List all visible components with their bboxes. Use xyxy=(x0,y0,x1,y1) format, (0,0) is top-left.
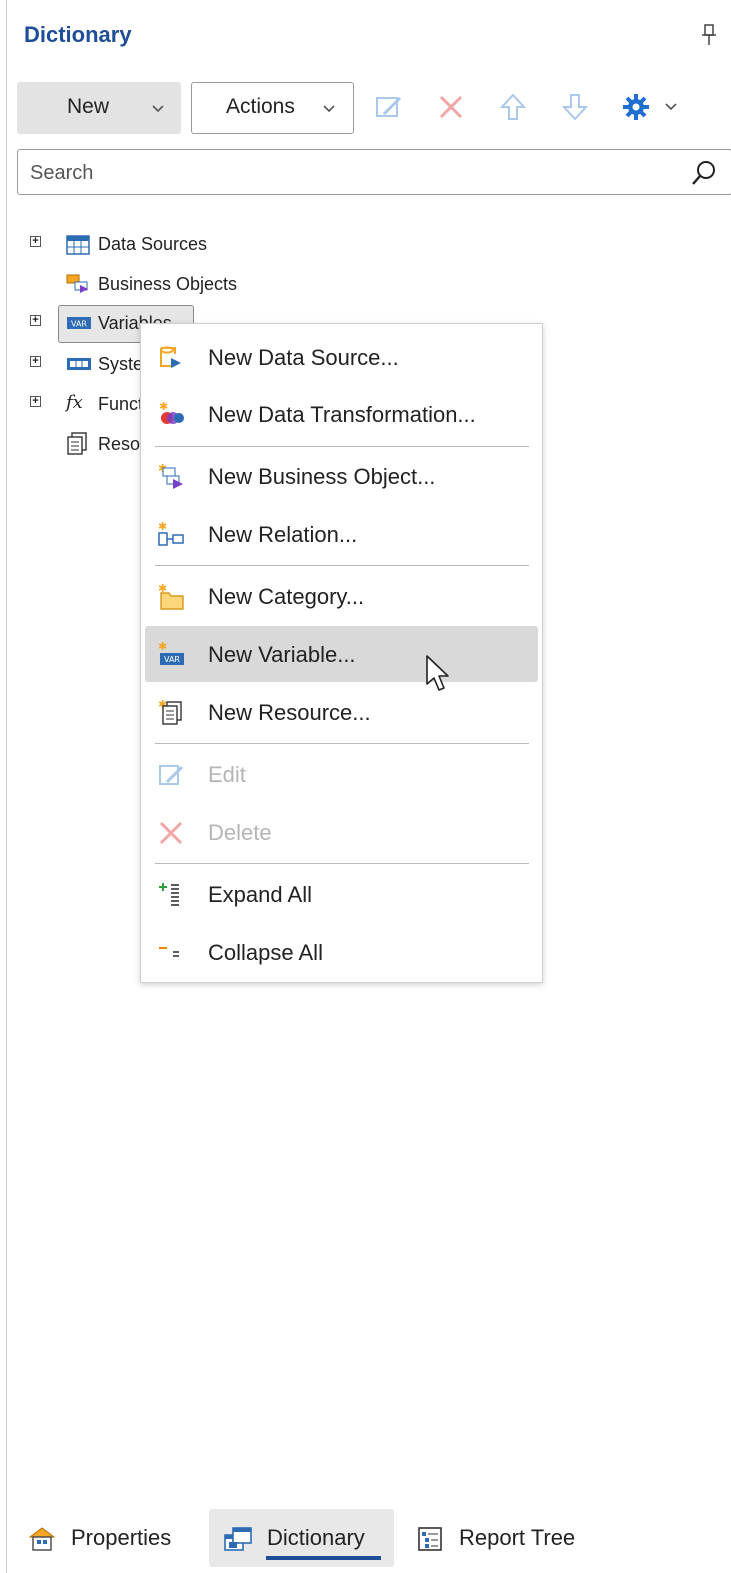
tree-item-resources[interactable]: Resources xyxy=(30,432,140,460)
report-tree-icon xyxy=(416,1525,444,1553)
svg-text:✱: ✱ xyxy=(158,641,167,653)
menu-item-new-category[interactable]: ✱ New Category... xyxy=(145,568,538,624)
tree-item-data-sources[interactable]: + Data Sources xyxy=(30,232,290,260)
menu-item-new-relation[interactable]: ✱ New Relation... xyxy=(145,506,538,562)
edit-icon xyxy=(157,761,185,789)
mouse-cursor-icon xyxy=(425,654,451,699)
new-button[interactable]: New xyxy=(17,82,181,134)
menu-item-new-variable[interactable]: ✱ VAR New Variable... xyxy=(145,626,538,682)
edit-icon[interactable] xyxy=(374,92,404,122)
move-up-icon[interactable] xyxy=(498,92,528,122)
menu-item-label: New Data Source... xyxy=(208,345,399,370)
new-relation-icon: ✱ xyxy=(157,520,185,549)
new-data-source-icon xyxy=(157,344,185,372)
chevron-down-icon xyxy=(322,94,336,127)
menu-item-label: New Variable... xyxy=(208,642,356,667)
menu-separator xyxy=(155,863,529,864)
new-data-transformation-icon: ✱ xyxy=(157,400,185,429)
new-variable-icon: ✱ VAR xyxy=(157,640,185,669)
tree-item-label: Resources xyxy=(98,434,140,454)
tab-dictionary[interactable]: Dictionary xyxy=(209,1509,394,1567)
tree-item-label: Functions xyxy=(98,394,140,414)
dictionary-icon xyxy=(223,1525,252,1553)
tab-label: Properties xyxy=(71,1525,172,1550)
collapse-all-icon xyxy=(157,939,185,967)
expand-icon[interactable]: + xyxy=(30,396,41,407)
properties-icon xyxy=(28,1525,56,1553)
tree-item-label: Business Objects xyxy=(98,274,238,294)
menu-item-label: New Resource... xyxy=(208,700,371,725)
system-variables-icon xyxy=(66,355,91,377)
menu-item-expand-all[interactable]: Expand All xyxy=(145,866,538,922)
menu-item-label: Expand All xyxy=(208,882,312,907)
menu-item-label: New Category... xyxy=(208,584,365,609)
new-business-object-icon: ✱ xyxy=(157,462,185,491)
menu-item-label: New Relation... xyxy=(208,522,358,547)
delete-icon xyxy=(157,819,185,847)
active-tab-underline xyxy=(266,1556,381,1560)
actions-button-label: Actions xyxy=(226,95,295,118)
menu-item-new-data-source[interactable]: New Data Source... xyxy=(145,329,538,385)
variables-icon: VAR xyxy=(66,314,91,336)
tab-report-tree[interactable]: Report Tree xyxy=(408,1509,608,1567)
tab-label: Dictionary xyxy=(267,1525,365,1550)
new-category-icon: ✱ xyxy=(157,582,185,611)
menu-separator xyxy=(155,446,529,447)
panel-left-border xyxy=(6,0,7,1573)
delete-icon[interactable] xyxy=(436,92,466,122)
menu-item-edit: Edit xyxy=(145,746,538,802)
menu-separator xyxy=(155,565,529,566)
expand-icon[interactable]: + xyxy=(30,315,41,326)
svg-text:✱: ✱ xyxy=(159,401,168,413)
menu-item-new-business-object[interactable]: ✱ New Business Object... xyxy=(145,448,538,504)
expand-icon[interactable]: + xyxy=(30,236,41,247)
tree-item-label: System Variables xyxy=(98,354,140,374)
chevron-down-icon xyxy=(151,94,165,127)
svg-text:VAR: VAR xyxy=(71,320,87,329)
svg-text:VAR: VAR xyxy=(164,655,180,664)
functions-icon: fx xyxy=(66,392,83,413)
new-button-label: New xyxy=(67,95,110,118)
resources-icon xyxy=(66,432,90,455)
data-sources-icon xyxy=(66,234,90,256)
expand-all-icon xyxy=(157,881,185,909)
menu-item-label: New Business Object... xyxy=(208,464,436,489)
menu-item-new-resource[interactable]: ✱ New Resource... xyxy=(145,684,538,740)
search-box[interactable] xyxy=(17,149,731,195)
tree-item-label: Data Sources xyxy=(98,234,208,254)
menu-item-delete: Delete xyxy=(145,804,538,860)
menu-separator xyxy=(155,743,529,744)
pin-icon[interactable] xyxy=(702,24,716,51)
search-input[interactable] xyxy=(28,158,672,188)
actions-button[interactable]: Actions xyxy=(191,82,354,134)
menu-item-label: New Data Transformation... xyxy=(208,402,476,427)
menu-item-label: Delete xyxy=(208,820,272,845)
menu-item-new-data-transformation[interactable]: ✱ New Data Transformation... xyxy=(145,386,538,442)
move-down-icon[interactable] xyxy=(560,92,590,122)
settings-icon[interactable] xyxy=(622,92,682,122)
search-icon[interactable] xyxy=(690,159,718,187)
new-resource-icon: ✱ xyxy=(157,698,185,727)
svg-text:✱: ✱ xyxy=(158,521,167,533)
menu-item-label: Edit xyxy=(208,762,246,787)
tree-item-functions[interactable]: + fx Functions xyxy=(30,392,140,420)
tab-properties[interactable]: Properties xyxy=(22,1509,197,1567)
expand-icon[interactable]: + xyxy=(30,356,41,367)
business-objects-icon xyxy=(66,273,90,295)
context-menu: New Data Source... ✱ New Data Transforma… xyxy=(140,323,543,983)
menu-item-label: Collapse All xyxy=(208,940,323,965)
tree-item-business-objects[interactable]: Business Objects xyxy=(30,272,290,300)
tab-label: Report Tree xyxy=(459,1525,576,1550)
tree-item-system-variables[interactable]: + System Variables xyxy=(30,352,140,380)
panel-title: Dictionary xyxy=(24,22,132,47)
menu-item-collapse-all[interactable]: Collapse All xyxy=(145,924,538,980)
